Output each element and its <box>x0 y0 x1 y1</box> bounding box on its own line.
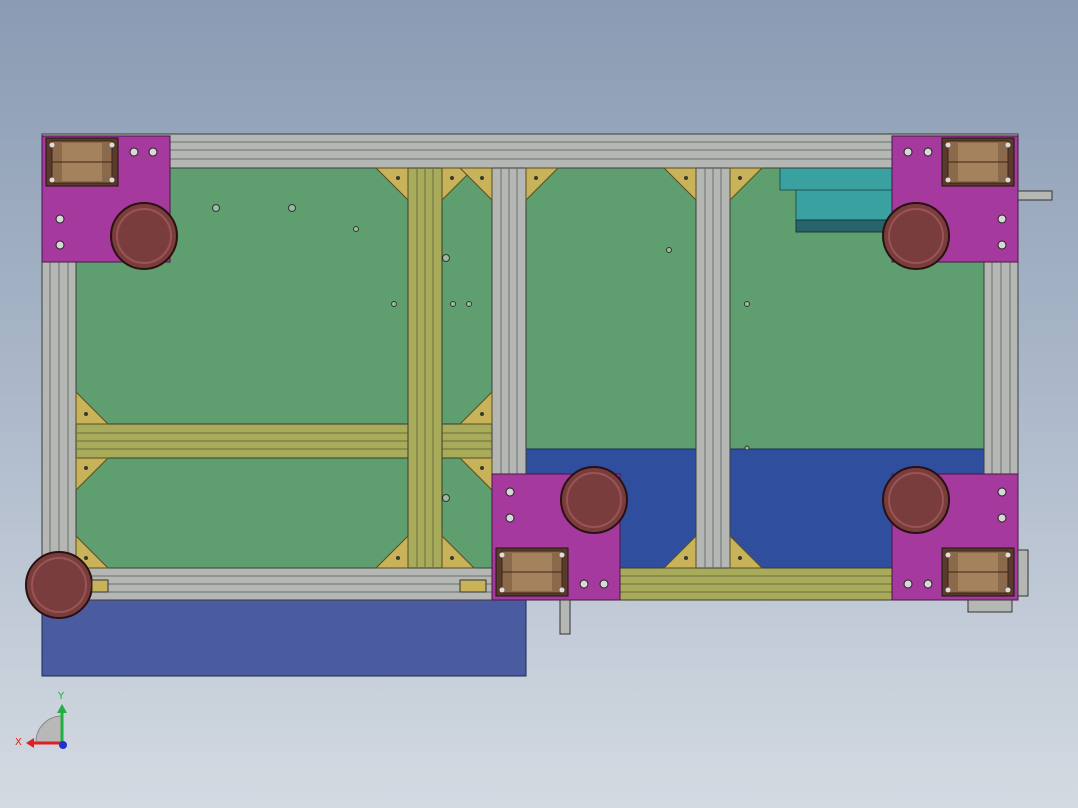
cross-rail-vertical-left <box>407 167 443 569</box>
frame-bottom-rail-left <box>75 567 493 601</box>
z-axis-dot <box>59 741 67 749</box>
teal-block-upper <box>779 167 893 191</box>
teal-block-lower <box>795 219 893 233</box>
assembly-top-view: X Y <box>15 133 1053 749</box>
latch-left <box>91 579 109 593</box>
cross-rail-vertical-right <box>695 167 731 569</box>
wheel-center <box>560 466 628 534</box>
wheel-bottom-right <box>882 466 950 534</box>
frame-top-rail <box>41 133 1019 169</box>
clamp-side-right <box>1017 549 1029 597</box>
bearing-bottom-center <box>495 547 569 597</box>
y-axis-label: Y <box>57 691 65 702</box>
latch-center <box>459 579 487 593</box>
shaft-stub-right <box>1017 190 1053 201</box>
blue-cover-panel-left <box>41 599 527 677</box>
x-axis-label: X <box>15 737 22 748</box>
bearing-bottom-right <box>941 547 1015 597</box>
bearing-top-left <box>45 137 119 187</box>
wheel-bottom-left <box>25 551 93 619</box>
view-orientation-triad-icon[interactable]: X Y <box>15 691 67 749</box>
wheel-top-left <box>110 202 178 270</box>
clamp-bottom-right <box>967 599 1013 613</box>
bearing-top-right <box>941 137 1015 187</box>
teal-block-middle <box>795 189 893 221</box>
wheel-top-right <box>882 202 950 270</box>
frame-bottom-rail-right <box>619 567 893 601</box>
shaft-stub-bottom <box>559 599 571 635</box>
cad-graphics-viewport[interactable]: X Y <box>0 0 1078 808</box>
